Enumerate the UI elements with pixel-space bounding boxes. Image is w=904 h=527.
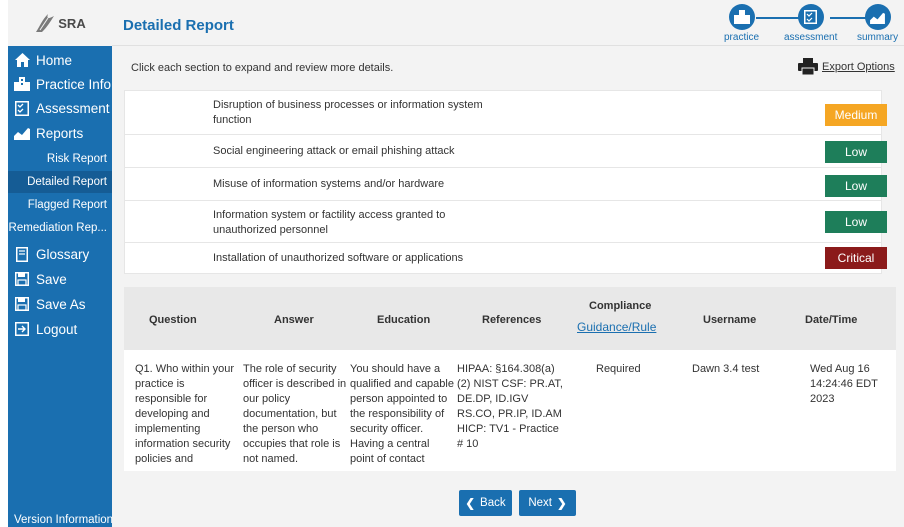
threat-list: Disruption of business processes or info… [124,90,887,274]
back-button-label: Back [480,497,506,509]
sidebar-item-home[interactable]: Home [8,48,112,72]
step-label: assessment [784,32,838,43]
header-references: References [482,314,542,326]
risk-badge: Critical [825,247,887,269]
threat-text: Misuse of information systems and/or har… [213,178,445,190]
sidebar-item-label: Practice Info [36,76,112,92]
logo-text: SRA [58,15,86,31]
header-answer: Answer [274,314,314,326]
cell-compliance: Required [596,363,641,375]
sidebar-item-save-as[interactable]: Save As [8,292,112,316]
sidebar-subitem-remediation-report[interactable]: Remediation Rep... [8,217,112,239]
threat-row[interactable]: Information system or factility access g… [125,201,887,243]
sidebar-item-reports[interactable]: Reports [8,121,112,145]
sidebar-item-assessment[interactable]: Assessment [8,96,112,120]
sidebar-item-label: Glossary [36,246,90,262]
risk-badge: Low [825,211,887,233]
eagle-logo-icon [36,14,55,32]
threat-row[interactable]: Installation of unauthorized software or… [125,243,887,274]
sidebar-item-label: Home [36,52,73,68]
back-button[interactable]: ❮ Back [459,490,512,516]
detail-table: Question Answer Education References Com… [124,287,896,471]
risk-badge: Low [825,141,887,163]
next-button-label: Next [528,497,552,509]
header-username: Username [703,314,757,326]
chart-icon [14,125,30,141]
cell-datetime: Wed Aug 16 14:24:46 EDT 2023 [810,363,878,405]
next-button[interactable]: Next ❯ [519,490,576,516]
step-label: summary [857,32,899,43]
sidebar-item-label: Save [36,271,67,287]
step-assessment[interactable]: assessment [784,4,837,43]
chart-icon [864,4,891,30]
header: Detailed Report practice assessment summ… [112,0,904,46]
step-practice[interactable]: practice [724,4,759,43]
threat-text: Information system or factility access g… [213,209,446,236]
export-options-label: Export Options [822,60,895,73]
cell-references: HIPAA: §164.308(a)(2) NIST CSF: PR.AT, D… [457,363,563,450]
chevron-left-icon: ❮ [465,498,476,510]
sidebar-item-glossary[interactable]: Glossary [8,242,112,266]
sidebar-item-label: Reports [36,125,84,141]
printer-icon [798,58,818,75]
threat-text: Social engineering attack or email phish… [213,145,455,157]
export-options-link[interactable]: Export Options [798,58,895,75]
threat-row[interactable]: Misuse of information systems and/or har… [125,168,887,201]
cell-education: You should have a qualified and capable … [350,363,454,465]
sidebar-subitem-detailed-report[interactable]: Detailed Report [8,171,112,193]
instruction-text: Click each section to expand and review … [131,62,394,74]
risk-badge: Low [825,175,887,197]
step-label: practice [724,32,760,43]
sidebar-item-save[interactable]: Save [8,267,112,291]
chevron-right-icon: ❯ [557,498,567,510]
sidebar-item-label: Assessment [36,100,110,116]
checklist-icon [797,4,824,30]
table-header: Question Answer Education References Com… [124,287,896,350]
threat-text: Disruption of business processes or info… [213,99,483,126]
header-question: Question [149,314,197,326]
threat-row[interactable]: Social engineering attack or email phish… [125,135,887,168]
sidebar-item-logout[interactable]: Logout [8,317,112,341]
page-title: Detailed Report [123,17,234,34]
cell-username: Dawn 3.4 test [692,363,760,375]
home-icon [14,52,30,68]
version-info-link[interactable]: Version Information [14,514,113,526]
building-icon [728,4,755,30]
sidebar: SRA Home Practice Info Assessment Report… [8,0,113,527]
instruction-bar: Click each section to expand and review … [112,46,904,88]
logout-icon [14,321,30,337]
sidebar-subitem-risk-report[interactable]: Risk Report [8,148,112,170]
checklist-icon [14,100,30,116]
header-compliance: Compliance [589,300,652,312]
header-datetime: Date/Time [805,314,858,326]
book-icon [14,246,30,262]
guidance-rule-link[interactable]: Guidance/Rule [577,320,656,334]
sidebar-item-label: Save As [36,296,86,312]
sidebar-subitem-flagged-report[interactable]: Flagged Report [8,194,112,216]
building-icon [14,76,30,92]
floppy-icon [14,296,30,312]
threat-text: Installation of unauthorized software or… [213,252,464,264]
cell-answer: The role of security officer is describe… [243,363,347,465]
sidebar-item-practice-info[interactable]: Practice Info [8,72,112,96]
app-logo[interactable]: SRA [8,0,112,46]
risk-badge: Medium [825,104,887,126]
threat-row[interactable]: Disruption of business processes or info… [125,91,887,135]
cell-question: Q1. Who within your practice is responsi… [135,363,235,465]
step-summary[interactable]: summary [857,4,898,43]
header-education: Education [377,314,431,326]
sidebar-item-label: Logout [36,321,78,337]
floppy-icon [14,271,30,287]
